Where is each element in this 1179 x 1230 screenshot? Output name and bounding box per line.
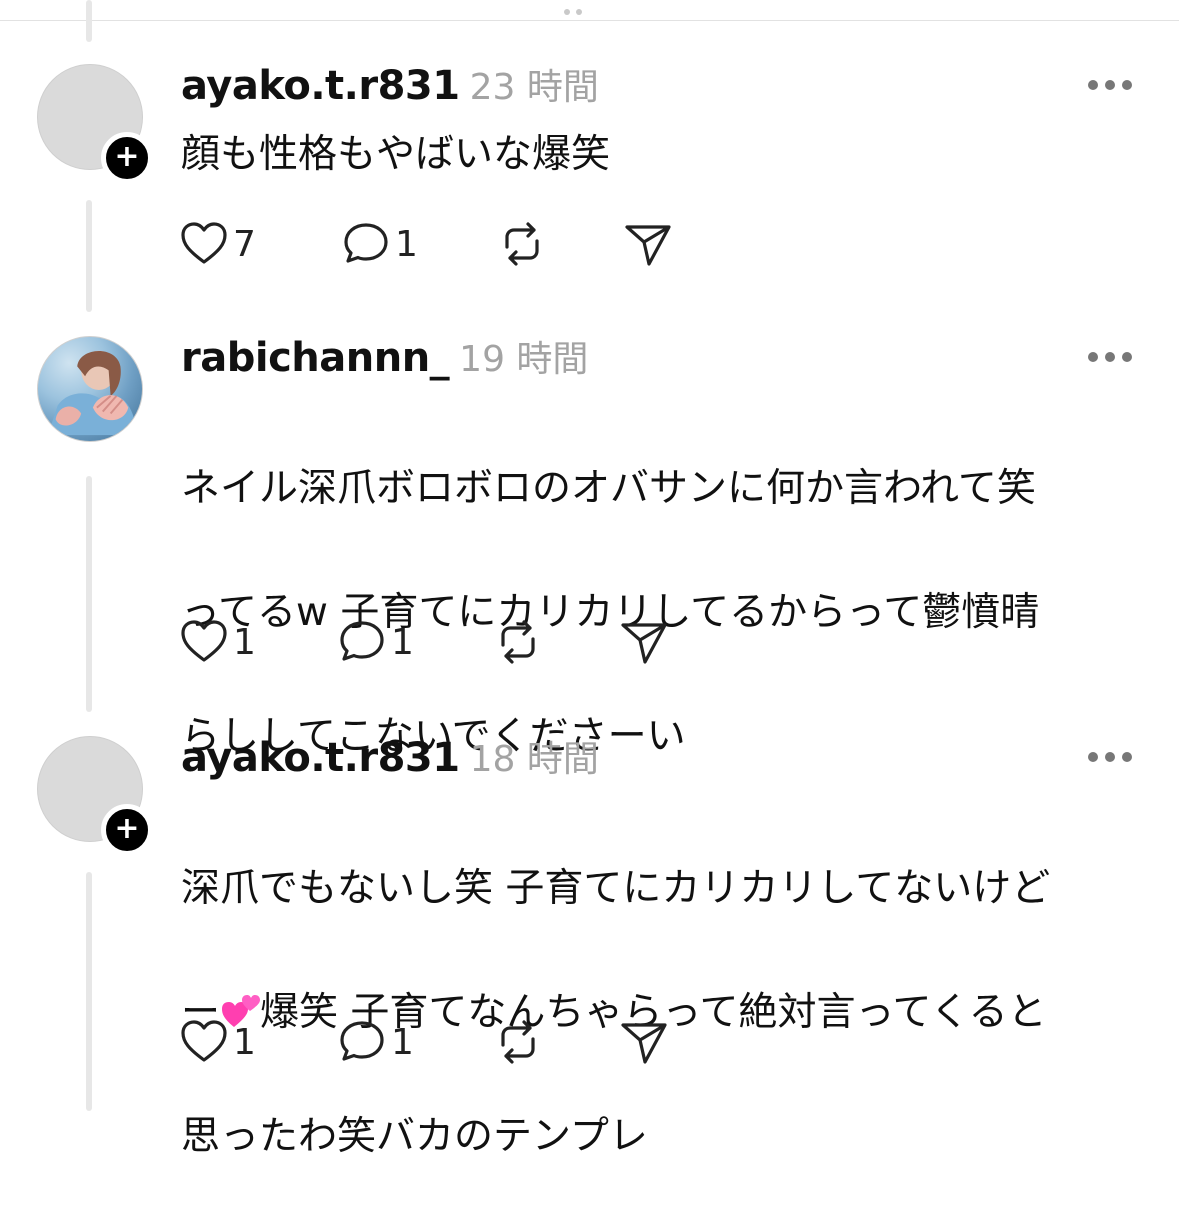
like-button[interactable]: 1 xyxy=(179,1016,256,1068)
like-count: 1 xyxy=(233,621,256,663)
post-text: 顔も性格もやばいな爆笑 xyxy=(181,132,611,177)
share-button[interactable] xyxy=(619,1016,669,1068)
post-text: 深爪でもないし笑 子育てにカリカリしてないけど ー爆笑 子育てなんちゃらって絶対… xyxy=(181,796,1141,1230)
top-divider xyxy=(0,20,1179,21)
repost-button[interactable] xyxy=(493,616,543,668)
post-text-line: ネイル深爪ボロボロのオバサンに何か言われて笑 xyxy=(181,466,1036,511)
profile-photo xyxy=(47,350,137,436)
thread-line xyxy=(86,476,92,712)
like-count: 7 xyxy=(233,223,256,265)
heart-outline-icon xyxy=(181,222,227,264)
heart-outline-icon xyxy=(181,620,227,662)
reply-count: 1 xyxy=(391,621,414,663)
repost-arrows-icon xyxy=(505,222,539,266)
reply-count: 1 xyxy=(391,1021,414,1063)
like-count: 1 xyxy=(233,1021,256,1063)
collapsed-indicator xyxy=(564,0,608,15)
thread-line xyxy=(86,0,92,42)
post-text-line: 深爪でもないし笑 子育てにカリカリしてないけど xyxy=(181,866,1051,911)
timestamp: 18 時間 xyxy=(469,739,599,780)
post-header: ayako.t.r831 23 時間 xyxy=(181,58,599,110)
reply-button[interactable]: 1 xyxy=(341,218,418,270)
follow-plus-icon[interactable]: + xyxy=(101,804,153,856)
repost-arrows-icon xyxy=(501,1020,535,1064)
more-options-icon[interactable] xyxy=(1088,752,1132,764)
share-button[interactable] xyxy=(623,218,673,270)
heart-outline-icon xyxy=(181,1020,227,1062)
post-text-line: 思ったわ笑バカのテンプレ xyxy=(181,1114,648,1159)
share-button[interactable] xyxy=(619,616,669,668)
comment-bubble-icon xyxy=(340,1021,384,1061)
reply-button[interactable]: 1 xyxy=(337,1016,414,1068)
thread-line xyxy=(86,200,92,312)
username[interactable]: ayako.t.r831 xyxy=(181,63,460,109)
username[interactable]: ayako.t.r831 xyxy=(181,735,460,781)
reply-button[interactable]: 1 xyxy=(337,616,414,668)
timestamp: 19 時間 xyxy=(459,339,589,380)
timestamp: 23 時間 xyxy=(469,67,599,108)
post-header: ayako.t.r831 18 時間 xyxy=(181,730,599,782)
comment-bubble-icon xyxy=(340,621,384,661)
post-header: rabichannn_ 19 時間 xyxy=(181,330,588,382)
reply-count: 1 xyxy=(395,223,418,265)
repost-button[interactable] xyxy=(497,218,547,270)
username[interactable]: rabichannn_ xyxy=(181,335,450,381)
comment-bubble-icon xyxy=(344,223,388,263)
thread-line xyxy=(86,872,92,1111)
like-button[interactable]: 7 xyxy=(179,218,256,270)
send-paper-plane-icon xyxy=(625,225,671,266)
send-paper-plane-icon xyxy=(621,623,667,664)
send-paper-plane-icon xyxy=(621,1023,667,1064)
like-button[interactable]: 1 xyxy=(179,616,256,668)
repost-arrows-icon xyxy=(501,620,535,664)
more-options-icon[interactable] xyxy=(1088,352,1132,364)
avatar[interactable] xyxy=(37,336,143,442)
repost-button[interactable] xyxy=(493,1016,543,1068)
more-options-icon[interactable] xyxy=(1088,80,1132,92)
follow-plus-icon[interactable]: + xyxy=(101,132,153,184)
